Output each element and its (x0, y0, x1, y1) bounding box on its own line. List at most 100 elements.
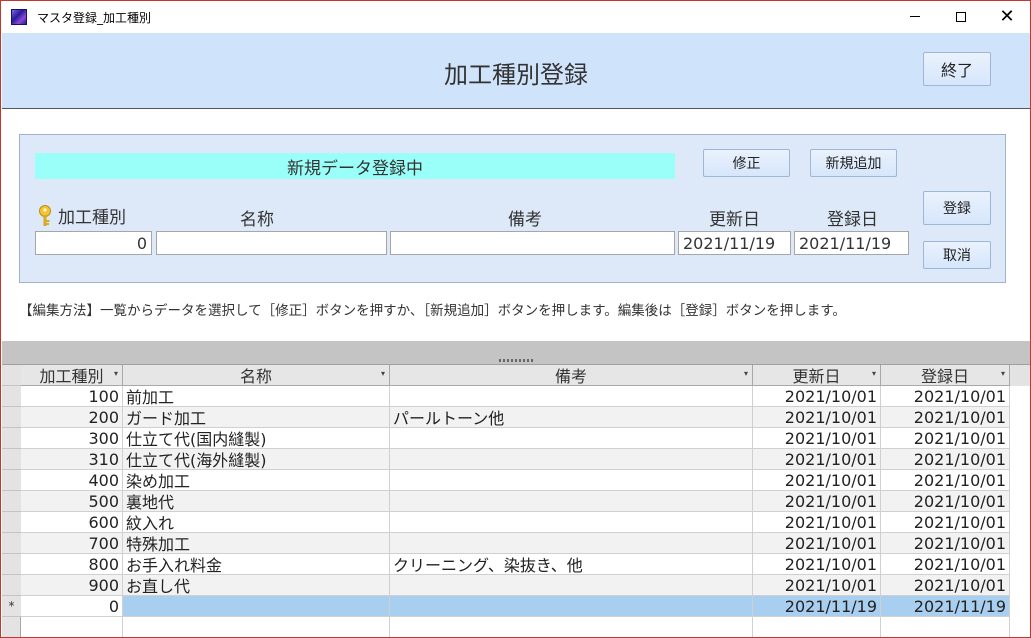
cell-code[interactable]: 300 (21, 428, 123, 449)
cell-name[interactable]: 紋入れ (123, 512, 390, 533)
close-button[interactable]: ✕ (984, 1, 1030, 32)
cell-name[interactable]: 前加工 (123, 386, 390, 407)
new-cell-note[interactable] (390, 596, 753, 617)
table-row[interactable]: 400 染め加工 2021/10/01 2021/10/01 (2, 470, 1030, 491)
cell-registered[interactable]: 2021/10/01 (881, 407, 1010, 428)
column-header-updated[interactable]: 更新日 ▾ (753, 365, 881, 386)
cell-updated[interactable]: 2021/10/01 (753, 386, 881, 407)
cell-updated[interactable]: 2021/10/01 (753, 533, 881, 554)
sort-dropdown-icon[interactable]: ▾ (114, 369, 118, 378)
row-selector[interactable] (2, 407, 21, 428)
cell-updated[interactable]: 2021/10/01 (753, 470, 881, 491)
cell-registered[interactable]: 2021/10/01 (881, 491, 1010, 512)
cell-note[interactable]: パールトーン他 (390, 407, 753, 428)
cell-code[interactable]: 700 (21, 533, 123, 554)
row-selector[interactable] (2, 491, 21, 512)
cell-note[interactable] (390, 428, 753, 449)
sort-dropdown-icon[interactable]: ▾ (744, 369, 748, 378)
updated-date-input[interactable]: 2021/11/19 (678, 231, 791, 255)
cell-updated[interactable]: 2021/10/01 (753, 554, 881, 575)
table-row[interactable]: 700 特殊加工 2021/10/01 2021/10/01 (2, 533, 1030, 554)
cell-code[interactable]: 400 (21, 470, 123, 491)
table-row[interactable]: 900 お直し代 2021/10/01 2021/10/01 (2, 575, 1030, 596)
title-bar[interactable]: マスタ登録_加工種別 ✕ (1, 1, 1030, 32)
cell-registered[interactable]: 2021/10/01 (881, 386, 1010, 407)
maximize-button[interactable] (938, 1, 984, 32)
cell-registered[interactable]: 2021/10/01 (881, 533, 1010, 554)
cell-code[interactable]: 310 (21, 449, 123, 470)
cell-code[interactable]: 600 (21, 512, 123, 533)
row-selector[interactable] (2, 428, 21, 449)
sort-dropdown-icon[interactable]: ▾ (381, 369, 385, 378)
cell-name[interactable]: 仕立て代(海外縫製) (123, 449, 390, 470)
cell-updated[interactable]: 2021/10/01 (753, 428, 881, 449)
table-row[interactable]: 300 仕立て代(国内縫製) 2021/10/01 2021/10/01 (2, 428, 1030, 449)
cell-code[interactable]: 100 (21, 386, 123, 407)
new-cell-registered[interactable]: 2021/11/19 (881, 596, 1010, 617)
cell-name[interactable]: お直し代 (123, 575, 390, 596)
cell-note[interactable] (390, 470, 753, 491)
cell-note[interactable] (390, 512, 753, 533)
cell-name[interactable]: お手入れ料金 (123, 554, 390, 575)
cell-registered[interactable]: 2021/10/01 (881, 554, 1010, 575)
row-selector[interactable] (2, 512, 21, 533)
cell-note[interactable] (390, 449, 753, 470)
column-header-registered[interactable]: 登録日 ▾ (881, 365, 1010, 386)
row-selector[interactable] (2, 554, 21, 575)
cell-note[interactable] (390, 386, 753, 407)
cell-name[interactable]: 裏地代 (123, 491, 390, 512)
cell-note[interactable] (390, 575, 753, 596)
cell-name[interactable]: 特殊加工 (123, 533, 390, 554)
new-cell-code[interactable]: 0 (21, 596, 123, 617)
cell-code[interactable]: 200 (21, 407, 123, 428)
column-header-name[interactable]: 名称 ▾ (123, 365, 390, 386)
code-input[interactable]: 0 (35, 231, 152, 255)
table-row[interactable]: 200 ガード加工 パールトーン他 2021/10/01 2021/10/01 (2, 407, 1030, 428)
cell-note[interactable]: クリーニング、染抜き、他 (390, 554, 753, 575)
cell-registered[interactable]: 2021/10/01 (881, 470, 1010, 491)
cell-registered[interactable]: 2021/10/01 (881, 512, 1010, 533)
new-record-row[interactable]: * 0 2021/11/19 2021/11/19 (2, 596, 1030, 617)
row-selector[interactable] (2, 449, 21, 470)
add-new-button[interactable]: 新規追加 (810, 149, 897, 177)
cell-name[interactable]: ガード加工 (123, 407, 390, 428)
cell-code[interactable]: 900 (21, 575, 123, 596)
cell-code[interactable]: 500 (21, 491, 123, 512)
exit-button[interactable]: 終了 (923, 52, 991, 86)
cell-name[interactable]: 仕立て代(国内縫製) (123, 428, 390, 449)
cell-updated[interactable]: 2021/10/01 (753, 512, 881, 533)
cancel-button[interactable]: 取消 (923, 241, 991, 269)
cell-registered[interactable]: 2021/10/01 (881, 428, 1010, 449)
column-header-code[interactable]: 加工種別 ▾ (21, 365, 123, 386)
table-row[interactable]: 310 仕立て代(海外縫製) 2021/10/01 2021/10/01 (2, 449, 1030, 470)
table-row[interactable]: 100 前加工 2021/10/01 2021/10/01 (2, 386, 1030, 407)
row-selector[interactable] (2, 575, 21, 596)
datasheet-grid[interactable]: 加工種別 ▾ 名称 ▾ 備考 ▾ 更新日 ▾ 登録日 ▾ 100 前加工 2021/10/01… (2, 365, 1030, 637)
table-row[interactable]: 600 紋入れ 2021/10/01 2021/10/01 (2, 512, 1030, 533)
edit-button[interactable]: 修正 (703, 149, 790, 177)
minimize-button[interactable] (892, 1, 938, 32)
cell-registered[interactable]: 2021/10/01 (881, 449, 1010, 470)
cell-updated[interactable]: 2021/10/01 (753, 449, 881, 470)
row-selector[interactable] (2, 386, 21, 407)
new-record-marker[interactable]: * (2, 596, 21, 617)
select-all-corner[interactable] (2, 365, 21, 386)
cell-name[interactable]: 染め加工 (123, 470, 390, 491)
new-cell-name[interactable] (123, 596, 390, 617)
new-cell-updated[interactable]: 2021/11/19 (753, 596, 881, 617)
cell-registered[interactable]: 2021/10/01 (881, 575, 1010, 596)
cell-note[interactable] (390, 533, 753, 554)
splitter-grip-icon[interactable] (499, 359, 535, 362)
cell-updated[interactable]: 2021/10/01 (753, 491, 881, 512)
note-input[interactable] (390, 231, 675, 255)
table-row[interactable]: 500 裏地代 2021/10/01 2021/10/01 (2, 491, 1030, 512)
column-header-note[interactable]: 備考 ▾ (390, 365, 753, 386)
row-selector[interactable] (2, 470, 21, 491)
cell-note[interactable] (390, 491, 753, 512)
register-button[interactable]: 登録 (923, 191, 991, 225)
name-input[interactable] (156, 231, 387, 255)
sort-dropdown-icon[interactable]: ▾ (872, 369, 876, 378)
cell-updated[interactable]: 2021/10/01 (753, 407, 881, 428)
cell-code[interactable]: 800 (21, 554, 123, 575)
splitter-bar[interactable] (2, 341, 1030, 365)
